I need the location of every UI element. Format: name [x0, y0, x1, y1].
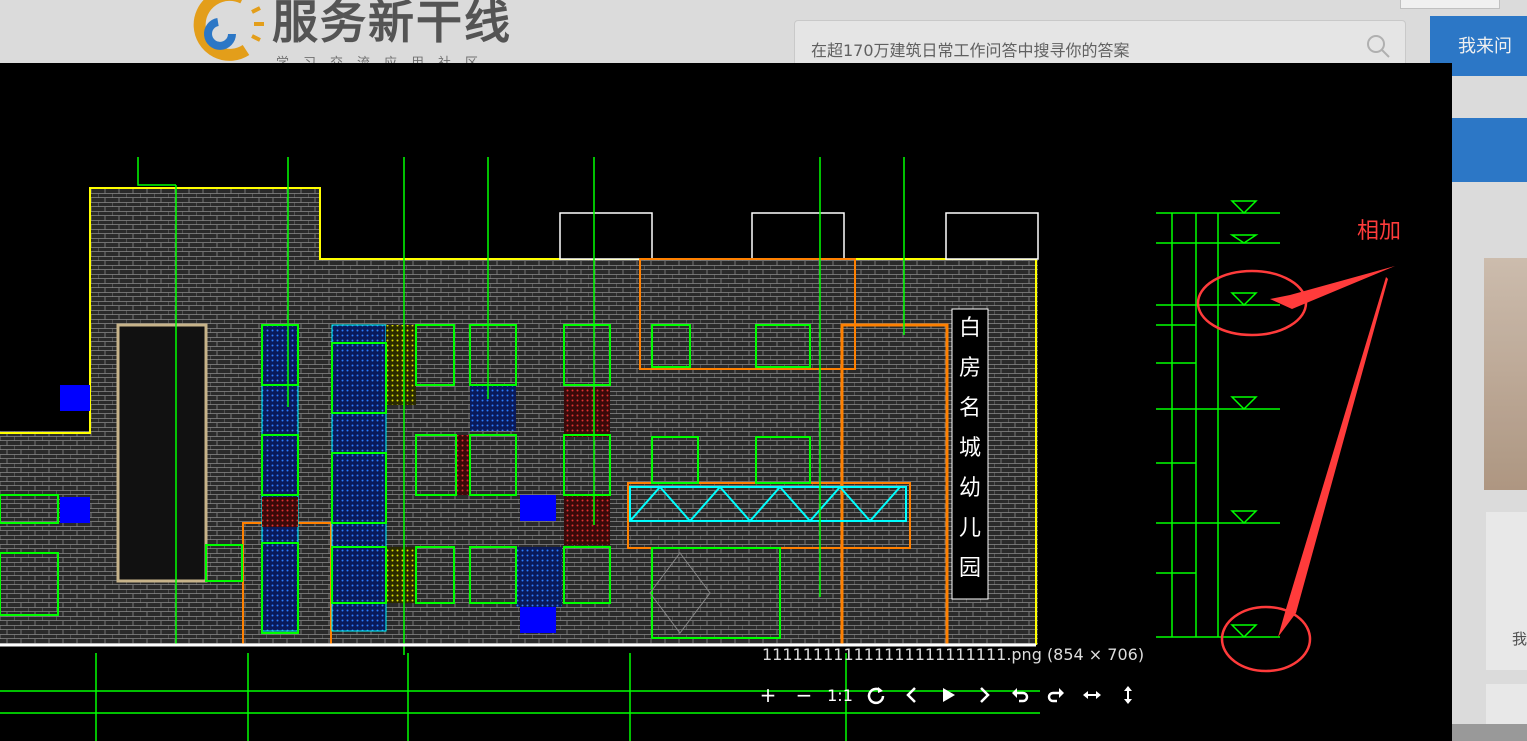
- vertical-sign-char: 儿: [959, 516, 981, 541]
- actual-size-button[interactable]: 1:1: [822, 678, 858, 712]
- previous-button[interactable]: [894, 678, 930, 712]
- annotation-label: 相加: [1357, 219, 1402, 244]
- redo-icon: [1047, 688, 1064, 703]
- arrows-horizontal-icon: [1083, 691, 1101, 699]
- flip-horizontal-button[interactable]: [1074, 678, 1110, 712]
- viewer-toolbar: + − 1:1: [750, 678, 1146, 712]
- chevron-left-icon: [906, 687, 916, 703]
- zoom-in-button[interactable]: +: [750, 678, 786, 712]
- vertical-sign-char: 房: [959, 356, 981, 381]
- flip-vertical-button[interactable]: [1110, 678, 1146, 712]
- undo-icon: [1012, 688, 1029, 703]
- vertical-sign-char: 白: [959, 316, 981, 341]
- rotate-button[interactable]: [858, 678, 894, 712]
- play-icon: [943, 688, 955, 702]
- image-caption: 111111111111111111111111.png (854 × 706): [762, 645, 1145, 664]
- vertical-sign-char: 园: [959, 556, 981, 581]
- vertical-sign-char: 名: [959, 396, 981, 421]
- vertical-sign-char: 幼: [959, 476, 981, 501]
- arrows-vertical-icon: [1124, 686, 1132, 704]
- refresh-icon: [867, 687, 885, 705]
- rotate-left-button[interactable]: [1002, 678, 1038, 712]
- cad-drawing-image: 白房名城幼儿园: [0, 157, 1395, 741]
- play-button[interactable]: [930, 678, 966, 712]
- rotate-right-button[interactable]: [1038, 678, 1074, 712]
- image-viewer: 白房名城幼儿园 相加 111111111111111111111111.png …: [0, 63, 1452, 741]
- vertical-sign-char: 城: [959, 436, 981, 461]
- page-scrollbar[interactable]: [1452, 724, 1527, 741]
- next-button[interactable]: [966, 678, 1002, 712]
- zoom-out-button[interactable]: −: [786, 678, 822, 712]
- chevron-right-icon: [980, 687, 990, 703]
